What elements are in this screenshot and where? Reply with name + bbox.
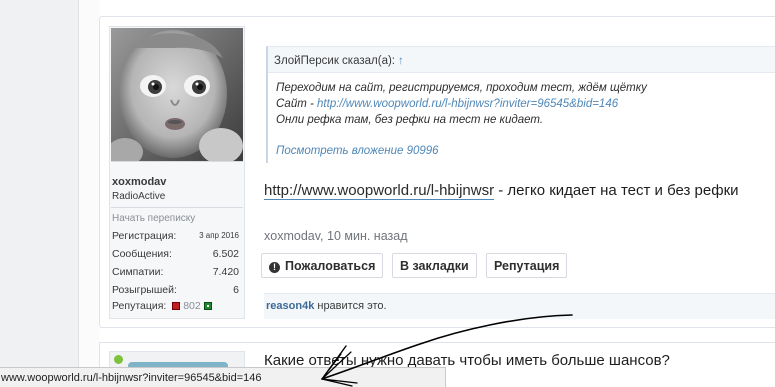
divider	[111, 207, 243, 208]
reputation-button[interactable]: Репутация	[486, 253, 568, 278]
reputation-value: 802	[183, 300, 201, 312]
quote-link[interactable]: http://www.woopworld.ru/l-hbijnwsr?invit…	[317, 98, 618, 110]
post-meta[interactable]: xoxmodav, 10 мин. назад	[264, 229, 407, 243]
stat-value: 7.420	[212, 266, 239, 278]
forum-post: xoxmodav RadioActive Начать переписку Ре…	[99, 16, 775, 328]
quote-block: ЗлойПерсик сказал(а): ↑ Переходим на сайт…	[266, 46, 775, 164]
quote-header: ЗлойПерсик сказал(а): ↑	[274, 55, 404, 67]
stat-label: Розыгрышей:	[112, 284, 177, 296]
report-button[interactable]: ! Пожаловаться	[261, 253, 384, 278]
stat-value: 6.502	[212, 248, 239, 260]
message-text: - легко кидает на тест и без рефки	[494, 182, 739, 199]
liker-username[interactable]: reason4k	[266, 300, 314, 312]
warning-icon: !	[269, 262, 280, 273]
go-to-quote-icon[interactable]: ↑	[398, 55, 404, 67]
left-frame	[0, 0, 79, 387]
quote-line: Онли рефка там, без рефки на тест не кид…	[276, 114, 544, 126]
quote-line: Переходим на сайт, регистрируемся, прохо…	[276, 82, 647, 94]
stat-likes: Симпатии: 7.420	[112, 266, 239, 278]
stat-label: Симпатии:	[112, 266, 164, 278]
likes-summary: reason4k нравится это.	[266, 300, 387, 312]
post-message: http://www.woopworld.ru/l-hbijnwsr - лег…	[264, 182, 739, 200]
username[interactable]: xoxmodav	[112, 176, 166, 188]
user-card: xoxmodav RadioActive Начать переписку Ре…	[109, 26, 245, 319]
stat-registration: Регистрация: 3 апр 2016	[112, 230, 239, 242]
avatar[interactable]	[111, 28, 243, 162]
stat-messages: Сообщения: 6.502	[112, 248, 239, 260]
online-status-icon	[114, 355, 123, 364]
attachment-link-text[interactable]: Посмотреть вложение 90996	[276, 145, 439, 157]
reputation-minus-icon[interactable]	[172, 302, 181, 310]
likes-bar: reason4k нравится это.	[264, 293, 775, 319]
stat-reputation: Репутация: 802	[112, 300, 239, 312]
stat-giveaways: Розыгрышей: 6	[112, 284, 239, 296]
quote-line: Сайт - http://www.woopworld.ru/l-hbijnws…	[276, 98, 618, 110]
stat-label: Репутация:	[112, 300, 167, 312]
quote-body: Переходим на сайт, регистрируемся, прохо…	[268, 72, 775, 164]
bookmark-label: В закладки	[400, 259, 469, 273]
stat-value: 3 апр 2016	[199, 231, 239, 240]
likes-label: нравится это.	[314, 300, 387, 312]
reputation-plus-icon[interactable]	[203, 302, 212, 310]
quote-author: ЗлойПерсик сказал(а):	[274, 55, 395, 67]
stat-label: Регистрация:	[112, 230, 177, 242]
user-title: RadioActive	[112, 191, 166, 202]
quote-line-prefix: Сайт -	[276, 98, 318, 110]
attachment-link[interactable]: Посмотреть вложение 90996	[276, 145, 439, 157]
reputation-label: Репутация	[494, 259, 560, 273]
message-link[interactable]: http://www.woopworld.ru/l-hbijnwsr	[264, 182, 495, 200]
stat-value: 6	[233, 284, 239, 296]
page-gutter	[79, 0, 99, 387]
browser-status-bar: www.woopworld.ru/l-hbijnwsr?inviter=9654…	[0, 367, 446, 387]
start-conversation-link[interactable]: Начать переписку	[112, 213, 195, 224]
stat-label: Сообщения:	[112, 248, 172, 260]
bookmark-button[interactable]: В закладки	[392, 253, 477, 278]
report-label: Пожаловаться	[285, 259, 376, 273]
